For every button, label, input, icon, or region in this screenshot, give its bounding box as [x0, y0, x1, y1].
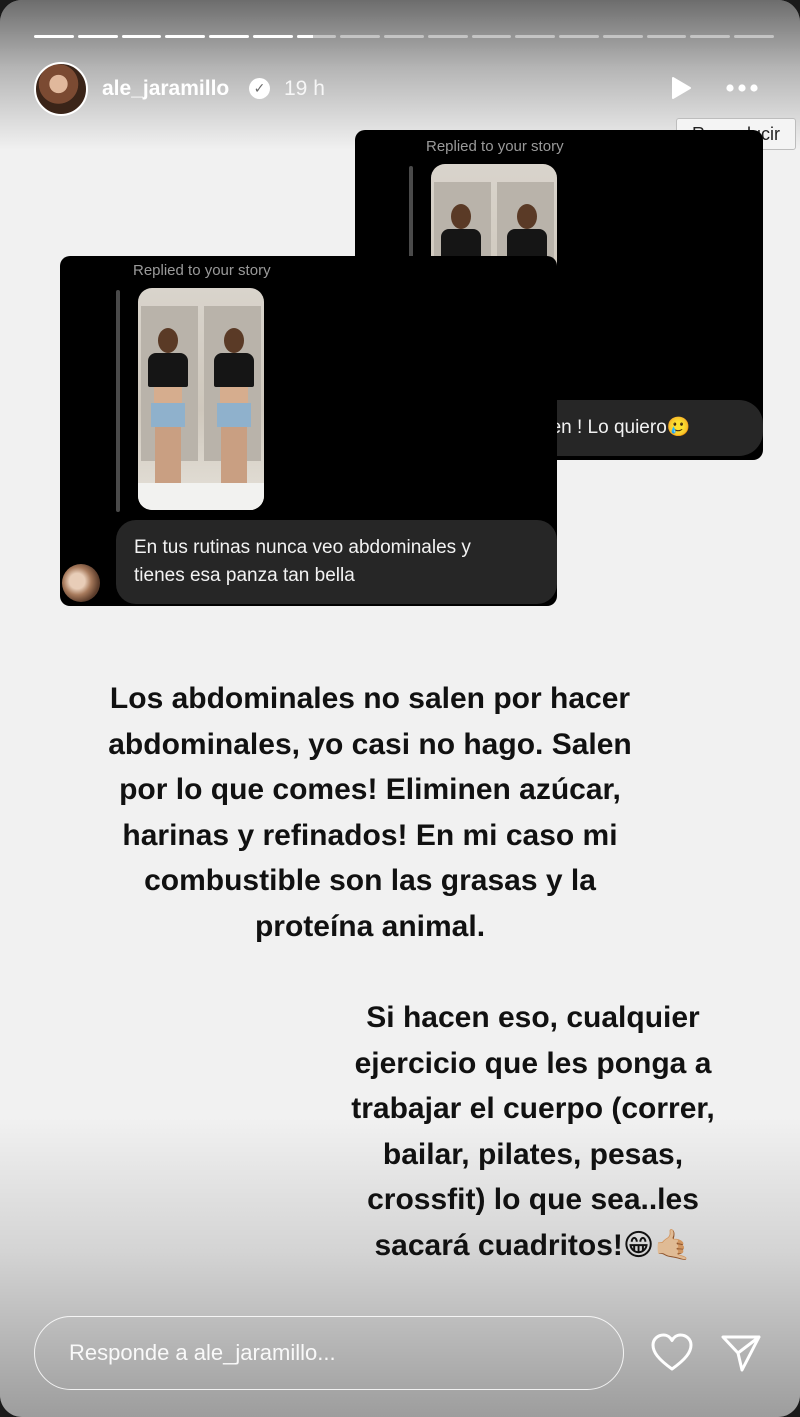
text-line: trabajar el cuerpo (correr, — [351, 1092, 715, 1125]
text-line: abdominales, yo casi no hago. Salen — [108, 727, 632, 761]
progress-segment — [471, 35, 512, 38]
text-line: sacará cuadritos!😁🤙🏼 — [374, 1228, 692, 1262]
progress-fill — [121, 35, 162, 38]
progress-segment — [296, 35, 337, 38]
text-line: crossfit) lo que sea..les — [367, 1183, 699, 1216]
play-icon[interactable] — [666, 74, 694, 102]
story-progress-bar — [34, 35, 775, 38]
story-text-block-2: Si hacen eso, cualquier ejercicio que le… — [298, 995, 768, 1268]
progress-fill — [209, 35, 249, 38]
text-line: combustible son las grasas y la — [144, 864, 596, 897]
sender-avatar — [62, 564, 100, 602]
text-line: bailar, pilates, pesas, — [382, 1137, 684, 1171]
progress-segment — [515, 35, 556, 38]
avatar[interactable] — [34, 62, 88, 116]
verified-badge-icon: ✓ — [249, 78, 270, 99]
replied-label: Replied to your story — [133, 262, 271, 279]
send-icon[interactable] — [720, 1333, 762, 1373]
text-line: ejercicio que les ponga a — [354, 1046, 712, 1080]
text-line: Los abdominales no salen por hacer — [109, 682, 631, 715]
progress-segment — [340, 35, 381, 38]
progress-segment — [121, 35, 162, 38]
progress-segment — [690, 35, 731, 38]
message-line: tienes esa panza tan bella — [134, 565, 355, 586]
progress-segment — [165, 35, 206, 38]
progress-segment — [209, 35, 249, 38]
replied-label: Replied to your story — [426, 138, 564, 155]
timestamp: 19 h — [284, 77, 325, 100]
progress-segment — [646, 35, 687, 38]
username[interactable]: ale_jaramillo — [102, 77, 229, 101]
progress-segment — [602, 35, 643, 38]
message-bubble: En tus rutinas nunca veo abdominales y t… — [116, 520, 557, 604]
progress-segment — [427, 35, 468, 38]
progress-fill — [252, 35, 293, 38]
reply-indicator-bar — [116, 290, 120, 512]
text-line: proteína animal. — [254, 909, 486, 943]
story-viewer: ale_jaramillo ✓ 19 h Reproducir Replied … — [0, 0, 800, 1417]
heart-icon[interactable] — [650, 1333, 694, 1373]
progress-fill — [34, 35, 74, 38]
reply-input[interactable] — [34, 1316, 624, 1390]
dm-screenshot-2: Replied to your story En tus rutinas nun… — [60, 256, 557, 606]
progress-segment — [77, 35, 118, 38]
text-line: por lo que comes! Eliminen azúcar, — [119, 773, 621, 806]
message-line: En tus rutinas nunca veo abdominales y — [134, 537, 471, 558]
more-horizontal-icon[interactable] — [724, 74, 760, 102]
story-text-block-1: Los abdominales no salen por hacer abdom… — [60, 676, 680, 949]
progress-segment — [34, 35, 74, 38]
progress-segment — [384, 35, 424, 38]
progress-fill — [77, 35, 118, 38]
text-line: Si hacen eso, cualquier — [366, 1001, 700, 1034]
story-thumbnail — [138, 288, 264, 510]
progress-fill — [165, 35, 206, 38]
progress-fill — [296, 35, 313, 38]
progress-segment — [559, 35, 599, 38]
progress-segment — [734, 35, 775, 38]
story-header: ale_jaramillo ✓ 19 h — [34, 60, 774, 116]
text-line: harinas y refinados! En mi caso mi — [122, 818, 618, 852]
progress-segment — [252, 35, 293, 38]
